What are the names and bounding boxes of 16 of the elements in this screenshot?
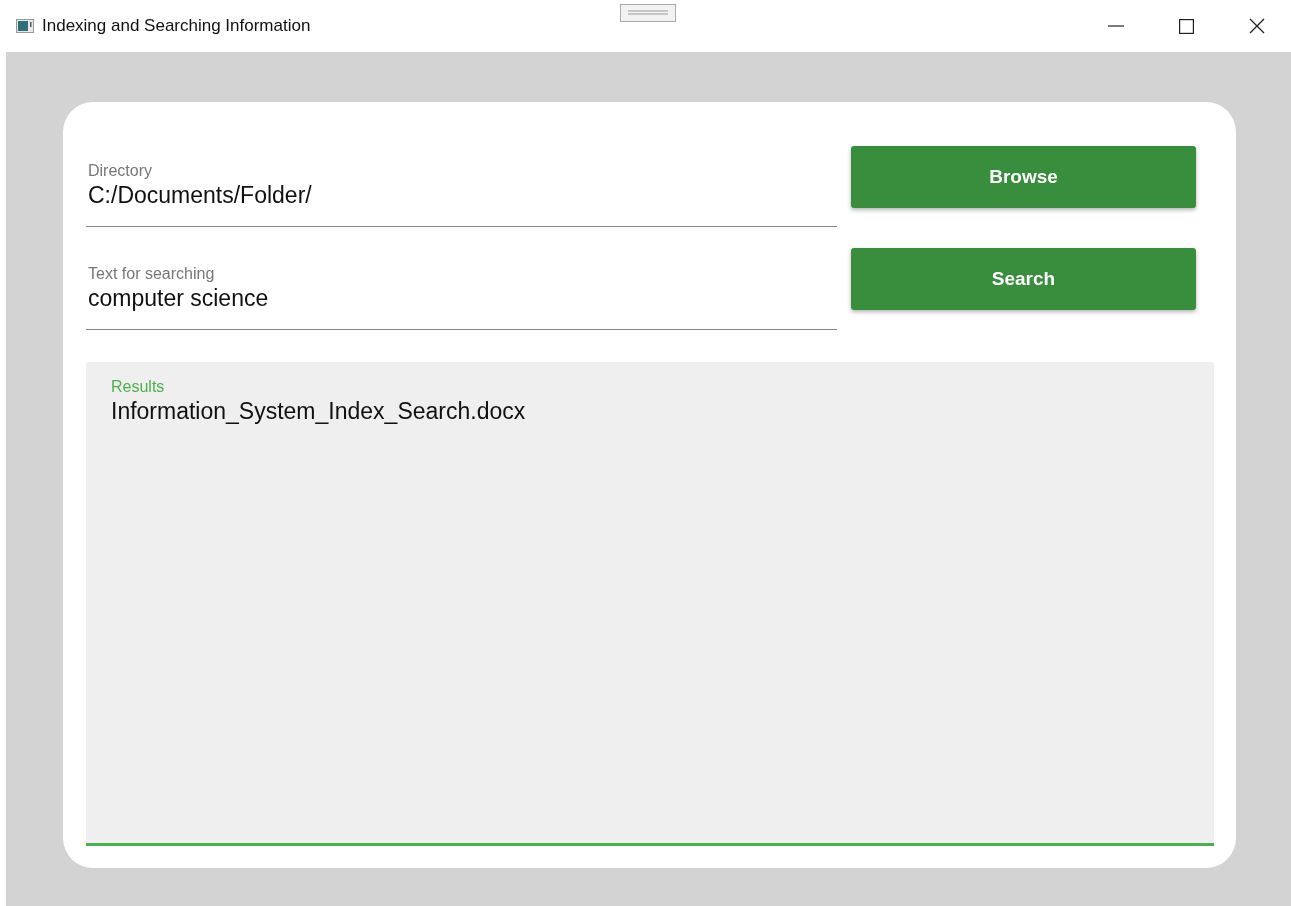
maximize-icon[interactable]: [1179, 18, 1194, 34]
drag-handle-icon[interactable]: [620, 4, 676, 22]
results-box[interactable]: Results Information_System_Index_Search.docx: [86, 362, 1214, 846]
search-button[interactable]: Search: [851, 248, 1196, 310]
browse-button[interactable]: Browse: [851, 146, 1196, 208]
close-icon[interactable]: [1249, 18, 1265, 34]
text-field[interactable]: Directory C:/Documents/Folder/: [86, 144, 837, 227]
field-label: Text for searching: [88, 264, 216, 283]
field-label: Directory: [88, 161, 153, 180]
results-label: Results: [111, 378, 165, 396]
window-title: Indexing and Searching Information: [42, 16, 311, 36]
field-value: C:/Documents/Folder/: [88, 181, 313, 209]
result-item[interactable]: Information_System_Index_Search.docx: [111, 398, 526, 425]
field-value: computer science: [88, 284, 270, 312]
text-field[interactable]: Text for searching computer science: [86, 247, 837, 330]
app-icon: [16, 19, 34, 33]
